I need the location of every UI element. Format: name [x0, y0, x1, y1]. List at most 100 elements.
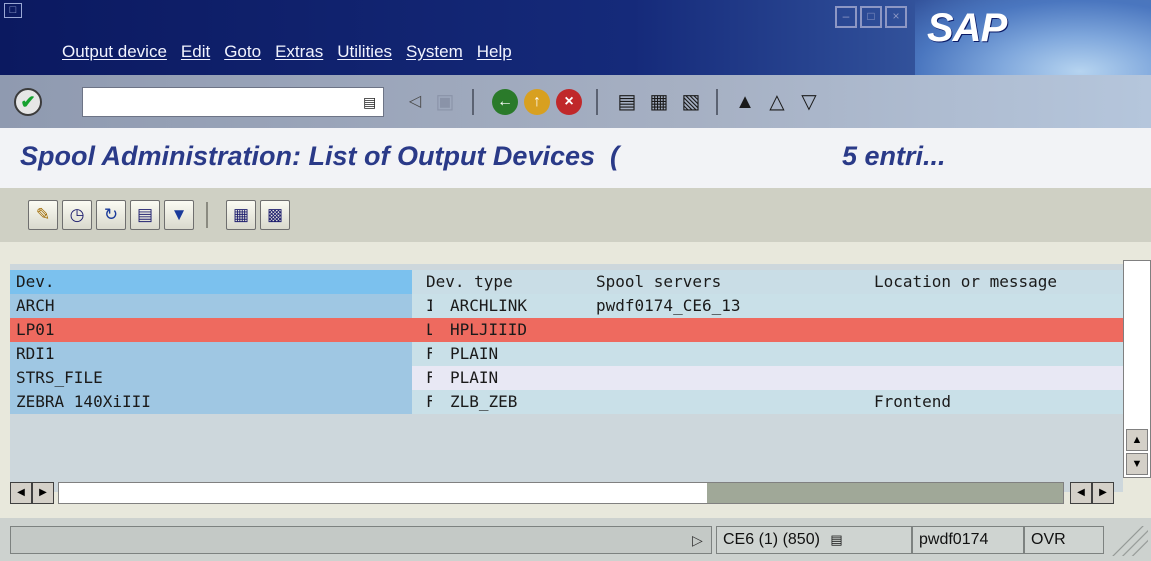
cell-dev[interactable]: LP01: [10, 318, 412, 342]
history-icon[interactable]: ◷: [62, 200, 92, 230]
cell-dev-type: HPLJIIID: [450, 320, 528, 339]
expand-status-icon[interactable]: ▷: [692, 532, 703, 549]
menu-item-goto[interactable]: Goto: [224, 42, 261, 62]
scroll-right-icon[interactable]: ▶: [32, 482, 54, 504]
details-icon[interactable]: ▦: [226, 200, 256, 230]
status-message-area: [10, 526, 712, 554]
cell-dev-type: PLAIN: [450, 344, 499, 363]
cell-location: [874, 294, 1124, 318]
command-field[interactable]: ▤: [82, 87, 384, 117]
scroll-left-icon[interactable]: ◀: [1070, 482, 1092, 504]
previous-page-icon[interactable]: △: [762, 87, 792, 117]
sap-logo-text: SAP: [927, 6, 1007, 50]
vertical-scrollbar[interactable]: ▲ ▼: [1123, 260, 1151, 478]
standard-toolbar: ✔ ▤ ◁ ▣ ← ↑ × ▤ ▦ ▧ ▲ △ ▽: [0, 75, 1151, 128]
scroll-down-icon[interactable]: ▼: [1126, 453, 1148, 475]
printer-settings-icon[interactable]: ▩: [260, 200, 290, 230]
table-row-selected[interactable]: LP01 L HPLJIIID: [10, 318, 1123, 342]
cell-class: F: [426, 368, 432, 387]
cell-dev[interactable]: ZEBRA 140XiIII: [10, 390, 412, 414]
menu-item-output-device[interactable]: Output device: [62, 42, 167, 62]
menu-item-edit[interactable]: Edit: [181, 42, 210, 62]
toolbar-separator: [596, 89, 598, 115]
cell-location: Frontend: [874, 392, 952, 411]
cell-dev[interactable]: STRS_FILE: [10, 366, 412, 390]
print-list-icon[interactable]: ▤: [130, 200, 160, 230]
menu-item-system[interactable]: System: [406, 42, 463, 62]
system-client: CE6 (1) (850): [723, 531, 820, 548]
find-next-icon[interactable]: ▧: [676, 87, 706, 117]
page-title: Spool Administration: List of Output Dev…: [20, 141, 620, 171]
menu-bar: □ Output device Edit Goto Extras Utiliti…: [0, 0, 1151, 110]
header-spool-servers[interactable]: Spool servers: [596, 270, 868, 294]
header-location[interactable]: Location or message: [874, 270, 1124, 294]
next-page-icon[interactable]: ▽: [794, 87, 824, 117]
table-row[interactable]: ZEBRA 140XiIII F ZLB_ZEB Frontend: [10, 390, 1123, 414]
maximize-icon[interactable]: □: [860, 6, 882, 28]
scroll-right-icon[interactable]: ▶: [1092, 482, 1114, 504]
cell-location: [874, 366, 1124, 390]
menu-item-utilities[interactable]: Utilities: [337, 42, 392, 62]
edit-pencil-icon[interactable]: ✎: [28, 200, 58, 230]
status-bar: ▷ CE6 (1) (850) ▤ pwdf0174 OVR: [0, 518, 1151, 561]
header-dev-type[interactable]: Dev. type: [412, 270, 580, 294]
cell-spool-servers: [596, 318, 868, 342]
menu-item-help[interactable]: Help: [477, 42, 512, 62]
cell-dev-type: PLAIN: [450, 368, 499, 387]
server-info: pwdf0174: [912, 526, 1024, 554]
table-row[interactable]: STRS_FILE F PLAIN: [10, 366, 1123, 390]
close-icon[interactable]: ×: [885, 6, 907, 28]
output-device-list: Dev. Dev. type Spool servers Location or…: [10, 264, 1123, 492]
find-icon[interactable]: ▦: [644, 87, 674, 117]
application-toolbar: ✎ ◷ ↻ ▤ ▼ ▦ ▩: [0, 188, 1151, 242]
cell-class: L: [426, 320, 432, 339]
table-row[interactable]: ARCH I ARCHLINK pwdf0174_CE6_13: [10, 294, 1123, 318]
system-info[interactable]: CE6 (1) (850) ▤: [716, 526, 912, 554]
help-icon[interactable]: ▤: [363, 92, 379, 112]
list-area: Dev. Dev. type Spool servers Location or…: [0, 242, 1151, 518]
horizontal-scrollbar[interactable]: [58, 482, 1064, 504]
header-dev[interactable]: Dev.: [10, 270, 412, 294]
save-icon[interactable]: ▣: [430, 87, 460, 117]
minimize-icon[interactable]: –: [835, 6, 857, 28]
cell-dev-type: ARCHLINK: [450, 296, 528, 315]
back-arrow-icon[interactable]: ◁: [400, 87, 430, 117]
filter-icon[interactable]: ▼: [164, 200, 194, 230]
cell-class: F: [426, 344, 432, 363]
title-bar: Spool Administration: List of Output Dev…: [0, 128, 1151, 188]
cancel-icon[interactable]: ×: [556, 89, 582, 115]
cell-dev[interactable]: RDI1: [10, 342, 412, 366]
back-icon[interactable]: ←: [492, 89, 518, 115]
toolbar-separator: [206, 202, 208, 228]
print-icon[interactable]: ▤: [612, 87, 642, 117]
scroll-thumb[interactable]: [707, 483, 1063, 503]
cell-spool-servers: [596, 342, 868, 366]
cell-dev[interactable]: ARCH: [10, 294, 412, 318]
cell-location: [874, 342, 1124, 366]
list-header: Dev. Dev. type Spool servers Location or…: [10, 270, 1123, 294]
refresh-icon[interactable]: ↻: [96, 200, 126, 230]
scroll-up-icon[interactable]: ▲: [1126, 429, 1148, 451]
cell-location: [874, 318, 1124, 342]
session-list-icon[interactable]: ▤: [830, 532, 842, 547]
window-controls: – □ ×: [835, 6, 907, 28]
scroll-left-icon[interactable]: ◀: [10, 482, 32, 504]
menu-item-extras[interactable]: Extras: [275, 42, 323, 62]
system-menu-icon[interactable]: □: [4, 3, 22, 18]
first-page-icon[interactable]: ▲: [730, 87, 760, 117]
cell-class: F: [426, 392, 432, 411]
enter-icon[interactable]: ✔: [14, 88, 42, 116]
toolbar-separator: [716, 89, 718, 115]
table-row[interactable]: RDI1 F PLAIN: [10, 342, 1123, 366]
cell-spool-servers: [596, 366, 868, 390]
cell-dev-type: ZLB_ZEB: [450, 392, 518, 411]
resize-grip-icon[interactable]: [1108, 526, 1148, 556]
cell-spool-servers: [596, 390, 868, 414]
cell-class: I: [426, 296, 432, 315]
insert-mode[interactable]: OVR: [1024, 526, 1104, 554]
exit-icon[interactable]: ↑: [524, 89, 550, 115]
menu: Output device Edit Goto Extras Utilities…: [62, 42, 526, 62]
entry-count: 5 entri...: [842, 141, 946, 171]
cell-spool-servers: pwdf0174_CE6_13: [596, 296, 741, 315]
toolbar-separator: [472, 89, 474, 115]
